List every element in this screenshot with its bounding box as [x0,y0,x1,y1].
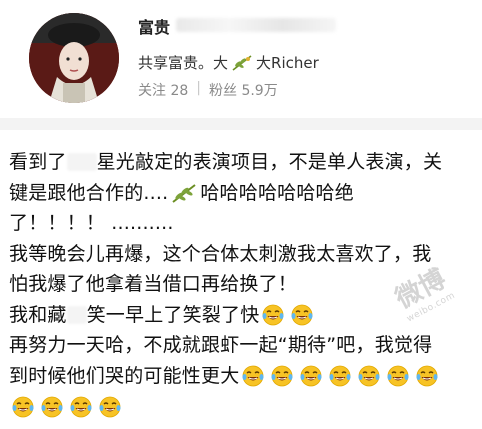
post-line: 再努力一天哈，不成就跟虾一起“期待”吧，我觉得 [9,334,433,356]
avatar[interactable] [29,13,119,103]
laugh-cry-emoji [69,396,93,418]
section-divider [0,118,482,130]
post-line [9,391,475,422]
stats-separator: | [196,80,201,96]
laugh-cry-emoji [40,396,64,418]
laugh-cry-emoji [11,396,35,418]
post-line: 我等晚会儿再爆，这个合体太刺激我太喜欢了，我 [9,242,432,265]
post-line: 了！！！！ .......... [9,212,174,234]
text-redaction [66,153,97,172]
bio-suffix: 大Richer [256,54,319,72]
text-redaction [66,305,87,324]
profile-name[interactable]: 富贵 [138,14,170,38]
post-line: 到时候他们哭的可能性更大 [9,361,475,392]
laugh-cry-emoji [357,365,381,387]
laugh-emoji-group [259,300,317,331]
laugh-cry-emoji [261,304,285,326]
laugh-emoji-group [239,361,442,392]
name-redaction [176,18,336,32]
laugh-cry-emoji [328,365,352,387]
profile-stats: 关注 28 | 粉丝 5.9万 [138,80,278,100]
fans-stat[interactable]: 粉丝 5.9万 [209,80,278,100]
laugh-cry-emoji [241,365,265,387]
laugh-cry-emoji [270,365,294,387]
laugh-cry-emoji [299,365,323,387]
profile-card: 富贵 共享富贵。大 大Richer 关注 28 | 粉丝 5.9万 [0,0,482,118]
follow-stat[interactable]: 关注 28 [138,80,188,100]
laugh-cry-emoji [98,396,122,418]
laugh-cry-emoji [290,304,314,326]
bio-prefix: 共享富贵。大 [138,54,229,72]
laugh-cry-emoji [415,365,439,387]
laugh-cry-emoji [386,365,410,387]
profile-bio: 共享富贵。大 大Richer [138,52,319,73]
post-line: 键是跟他合作的.... 哈哈哈哈哈哈哈绝 [9,181,354,204]
laugh-emoji-group [9,391,125,422]
olive-branch-emoji [172,183,196,203]
post-line: 看到了 星光敲定的表演项目，不是单人表演，关 [9,151,443,173]
olive-branch-icon [231,54,253,72]
